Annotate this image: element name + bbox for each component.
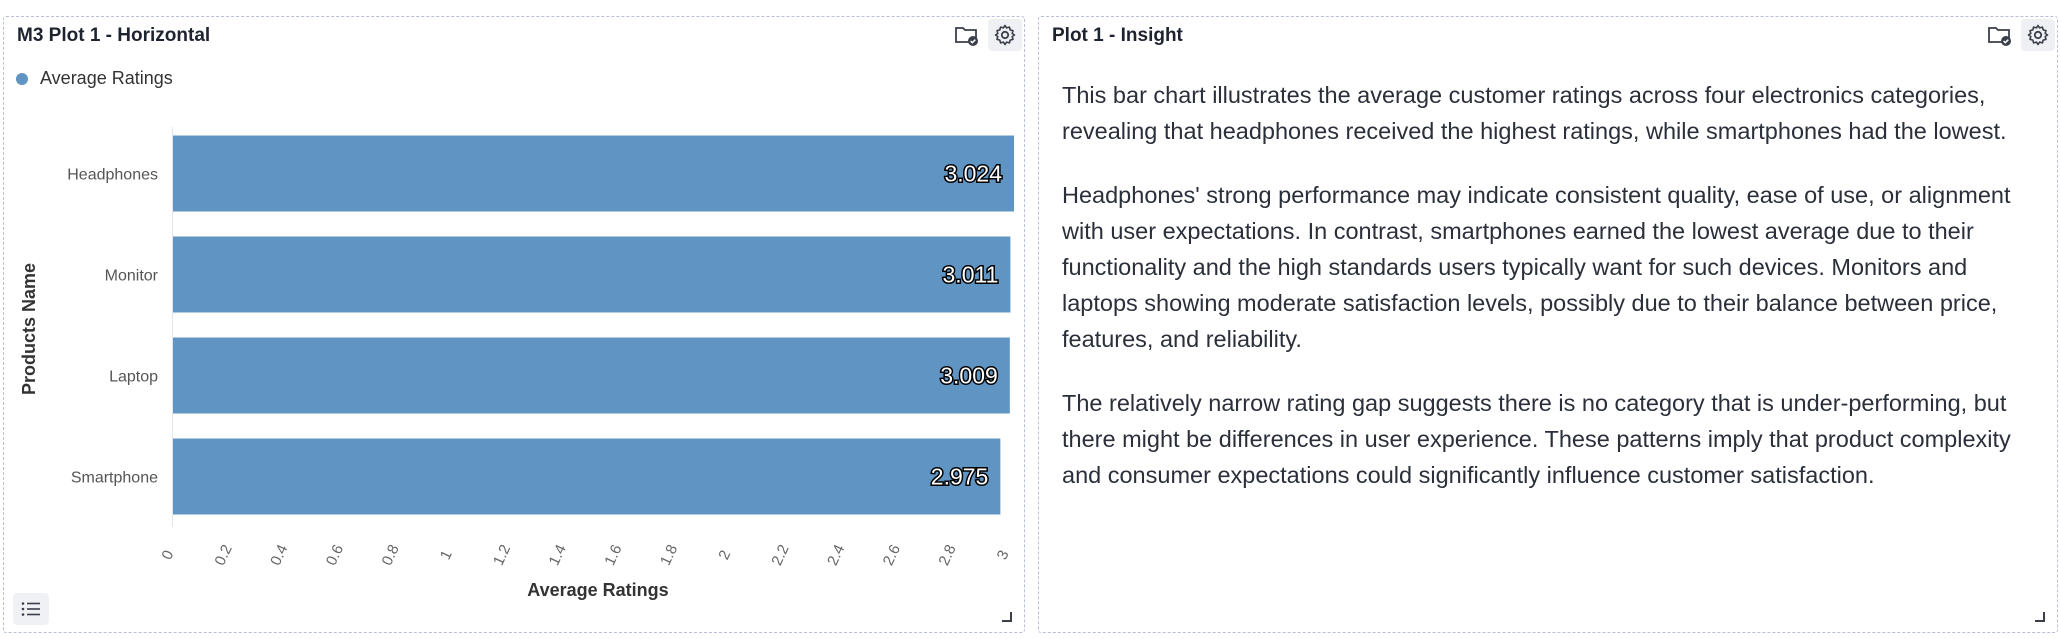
x-tick-label: 2.4: [824, 542, 848, 568]
x-tick-label: 0.2: [211, 542, 235, 568]
x-axis-title: Average Ratings: [527, 580, 668, 600]
bar-data-label: 2.975: [931, 464, 989, 490]
category-tick-label: Laptop: [109, 369, 158, 386]
insight-panel-title: Plot 1 - Insight: [1052, 25, 1183, 46]
category-tick-label: Smartphone: [71, 470, 158, 487]
gear-icon: [2027, 24, 2049, 46]
insight-paragraph: This bar chart illustrates the average c…: [1062, 82, 2007, 144]
list-icon: [21, 602, 40, 616]
resize-corner-icon[interactable]: [1002, 612, 1012, 622]
category-tick-label: Monitor: [105, 268, 159, 285]
x-tick-label: 0.4: [267, 542, 291, 568]
x-tick-label: 0.8: [379, 542, 403, 568]
x-tick-label: 0: [158, 548, 177, 563]
insight-paragraph: The relatively narrow rating gap suggest…: [1062, 390, 2011, 488]
category-tick-label: Headphones: [67, 167, 158, 184]
bar-data-label: 3.009: [940, 363, 998, 389]
x-tick-label: 1.6: [601, 542, 625, 568]
insight-panel: Plot 1 - Insight This bar chart illustra…: [1038, 16, 2058, 633]
insight-paragraph: Headphones' strong performance may indic…: [1062, 182, 2011, 352]
x-tick-label: 2.6: [880, 542, 904, 568]
x-tick-label: 2: [715, 548, 734, 563]
x-tick-label: 1.4: [546, 542, 570, 568]
data-table-toggle-button[interactable]: [13, 593, 49, 625]
chart-panel: M3 Plot 1 - Horizontal Average Ratings 3…: [3, 16, 1025, 633]
bar: [173, 135, 1014, 212]
x-tick-label: 1.8: [657, 542, 681, 568]
x-tick-label: 3: [994, 548, 1013, 563]
bar-chart: 3.024 Headphones 3.011 Monitor 3.009 Laptop 2.…: [19, 127, 1014, 600]
bar: [173, 438, 1001, 515]
bar: [173, 337, 1010, 414]
bar-data-label: 3.011: [943, 262, 999, 288]
x-tick-label: 2.2: [768, 542, 792, 568]
y-axis-title: Products Name: [19, 263, 39, 395]
folder-check-icon: [1988, 27, 2011, 46]
resize-corner-icon[interactable]: [2035, 612, 2045, 622]
x-tick-label: 1.2: [490, 542, 514, 568]
insight-text: This bar chart illustrates the average c…: [1062, 77, 2032, 521]
bar-data-label: 3.024: [944, 161, 1002, 187]
settings-button[interactable]: [2021, 19, 2055, 51]
x-tick-label: 2.8: [935, 542, 959, 568]
save-to-folder-button[interactable]: [1983, 19, 2017, 51]
x-tick-label: 0.6: [323, 542, 347, 568]
x-tick-label: 1: [437, 548, 456, 563]
insight-panel-toolbar: [1983, 19, 2055, 51]
bar: [173, 236, 1011, 313]
